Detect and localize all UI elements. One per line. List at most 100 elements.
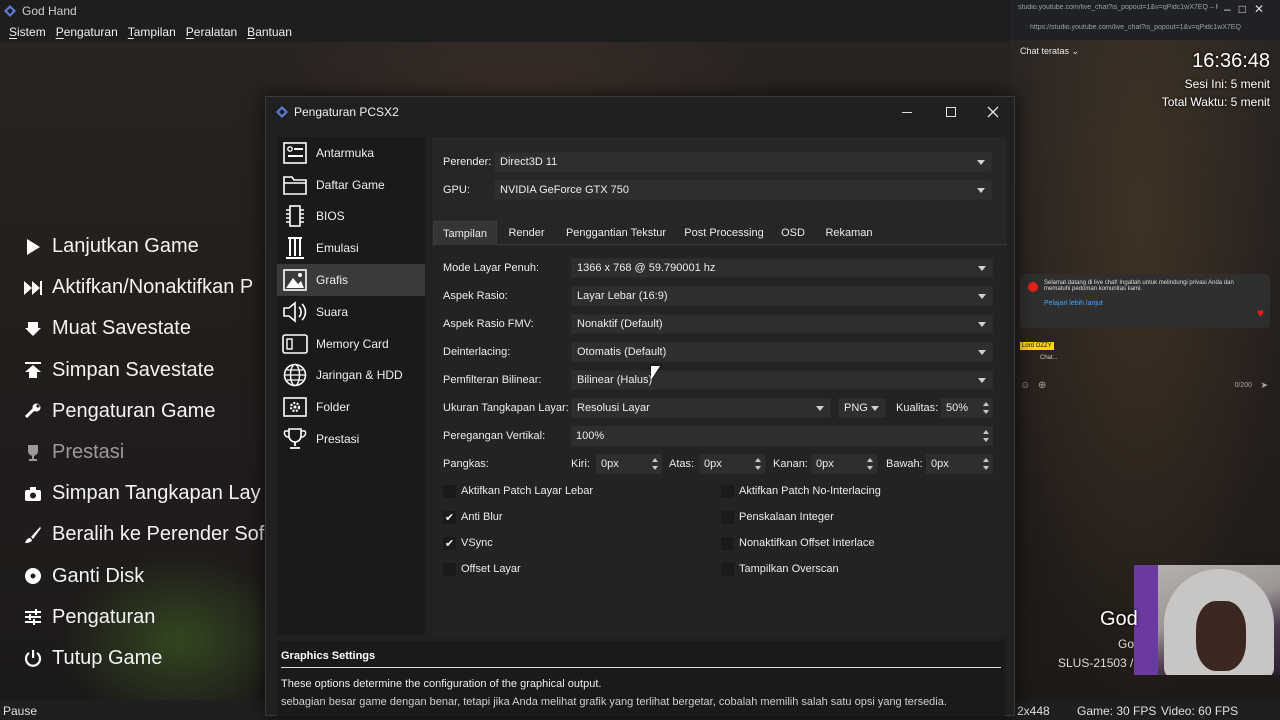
stepper-down-icon[interactable] xyxy=(652,466,658,470)
browser-window-controls: –□✕ xyxy=(1224,2,1272,16)
pause-menu-software-renderer[interactable]: Beralih ke Perender Sof xyxy=(22,514,267,555)
renderer-value: Direct3D 11 xyxy=(500,156,558,168)
sidebar-item-audio[interactable]: Suara xyxy=(277,296,425,328)
stepper-up-icon[interactable] xyxy=(983,402,989,406)
menu-pengaturan[interactable]: Pengaturan xyxy=(51,25,123,39)
menu-sistem[interactable]: Sistem xyxy=(4,25,51,39)
maximize-button[interactable] xyxy=(930,97,972,127)
pause-menu-achievements[interactable]: Prestasi xyxy=(22,432,267,473)
sidebar-item-bios[interactable]: BIOS xyxy=(277,201,425,233)
tab-post-processing[interactable]: Post Processing xyxy=(678,221,770,245)
minimize-button[interactable] xyxy=(886,97,928,127)
tab-render[interactable]: Render xyxy=(499,221,554,245)
pcsx2-logo-icon xyxy=(276,106,288,118)
renderer-select[interactable]: Direct3D 11 xyxy=(494,152,992,172)
pause-menu-game-settings[interactable]: Pengaturan Game xyxy=(22,391,267,432)
pause-menu-settings[interactable]: Pengaturan xyxy=(22,597,267,638)
menu-peralatan[interactable]: Peralatan xyxy=(181,25,242,39)
pause-menu-toggle[interactable]: Aktifkan/Nonaktifkan P xyxy=(22,267,267,308)
pause-menu-screenshot[interactable]: Simpan Tangkapan Lay xyxy=(22,473,267,514)
sidebar-item-interface[interactable]: Antarmuka xyxy=(277,137,425,169)
stepper-down-icon[interactable] xyxy=(983,438,989,442)
vertical-stretch-stepper[interactable]: 100% xyxy=(571,426,993,446)
tab-recording[interactable]: Rekaman xyxy=(816,221,882,245)
fullscreen-mode-select[interactable]: 1366 x 768 @ 59.790001 hz xyxy=(571,258,993,278)
browser-url[interactable]: https://studio.youtube.com/live_chat?is_… xyxy=(1030,24,1250,31)
chat-notice-link[interactable]: Pelajari lebih lanjut xyxy=(1044,300,1244,307)
stepper-up-icon[interactable] xyxy=(983,458,989,462)
widescreen-patch-checkbox[interactable] xyxy=(443,485,456,498)
sidebar-item-memory-card[interactable]: Memory Card xyxy=(277,328,425,360)
sidebar-item-achievements[interactable]: Prestasi xyxy=(277,423,425,455)
disable-interlace-offset-checkbox[interactable] xyxy=(721,537,734,550)
chat-notice-text: Selamat datang di live chat! Ingatlah un… xyxy=(1044,280,1234,292)
stepper-down-icon[interactable] xyxy=(755,466,761,470)
tab-osd[interactable]: OSD xyxy=(772,221,814,245)
clock-session: Sesi Ini: 5 menit xyxy=(1184,77,1270,91)
sidebar-item-emulation[interactable]: Emulasi xyxy=(277,232,425,264)
quality-stepper[interactable]: 50% xyxy=(941,398,993,418)
stepper-up-icon[interactable] xyxy=(867,458,873,462)
chat-filter[interactable]: Chat teratas ⌄ xyxy=(1020,46,1079,57)
pause-menu-load-state[interactable]: Muat Savestate xyxy=(22,308,267,349)
stepper-down-icon[interactable] xyxy=(983,410,989,414)
pause-menu-resume[interactable]: Lanjutkan Game xyxy=(22,226,267,267)
play-icon xyxy=(22,236,44,258)
webcam-overlay xyxy=(1134,565,1280,675)
fast-forward-icon xyxy=(22,277,44,299)
crop-left-stepper[interactable]: 0px xyxy=(596,454,662,474)
pause-menu-change-disc[interactable]: Ganti Disk xyxy=(22,556,267,597)
aspect-ratio-select[interactable]: Layar Lebar (16:9) xyxy=(571,286,993,306)
sidebar-item-network[interactable]: Jaringan & HDD xyxy=(277,360,425,392)
menu-bantuan[interactable]: Bantuan xyxy=(242,25,297,39)
stepper-down-icon[interactable] xyxy=(983,466,989,470)
status-resolution: 2x448 xyxy=(1017,704,1050,718)
pause-menu-close-game[interactable]: Tutup Game xyxy=(22,638,267,679)
fmv-aspect-select[interactable]: Nonaktif (Default) xyxy=(571,314,993,334)
brush-icon xyxy=(22,524,44,546)
game-info-subtitle: Go xyxy=(1118,637,1135,651)
sidebar-item-graphics[interactable]: Grafis xyxy=(277,264,425,296)
stepper-up-icon[interactable] xyxy=(755,458,761,462)
sidebar-item-game-list[interactable]: Daftar Game xyxy=(277,169,425,201)
crop-right-stepper[interactable]: 0px xyxy=(811,454,877,474)
stepper-up-icon[interactable] xyxy=(652,458,658,462)
emoji-icon[interactable]: ☺ xyxy=(1020,380,1030,391)
deinterlacing-label: Deinterlacing: xyxy=(443,346,511,358)
deinterlacing-select[interactable]: Otomatis (Default) xyxy=(571,342,993,362)
menu-tampilan[interactable]: Tampilan xyxy=(123,25,181,39)
tab-display[interactable]: Tampilan xyxy=(433,221,497,245)
screenshot-size-select[interactable]: Resolusi Layar xyxy=(571,398,831,418)
chat-input-placeholder[interactable]: Chat... xyxy=(1040,355,1058,361)
pause-menu-save-state[interactable]: Simpan Savestate xyxy=(22,350,267,391)
crop-top-stepper[interactable]: 0px xyxy=(699,454,765,474)
save-icon xyxy=(22,359,44,381)
crop-right-value: 0px xyxy=(816,458,834,470)
pause-menu-label: Simpan Tangkapan Lay xyxy=(52,482,261,505)
sidebar-item-label: BIOS xyxy=(316,209,345,224)
description-text-overflow: sebagian besar game dengan benar, tetapi… xyxy=(281,696,947,708)
stepper-up-icon[interactable] xyxy=(983,430,989,434)
sidebar-item-folders[interactable]: Folder xyxy=(277,391,425,423)
chevron-down-icon xyxy=(978,294,986,299)
screenshot-format-select[interactable]: PNG xyxy=(838,398,886,418)
tab-texture-replacement[interactable]: Penggantian Tekstur xyxy=(556,221,676,245)
aspect-ratio-label: Aspek Rasio: xyxy=(443,290,508,302)
no-interlacing-patch-checkbox[interactable] xyxy=(721,485,734,498)
vsync-checkbox[interactable]: ✔ xyxy=(443,537,456,550)
anti-blur-checkbox[interactable]: ✔ xyxy=(443,511,456,524)
crop-bottom-stepper[interactable]: 0px xyxy=(926,454,993,474)
bilinear-filter-select[interactable]: Bilinear (Halus) xyxy=(571,370,993,390)
heart-icon[interactable]: ♥ xyxy=(1257,306,1264,320)
add-icon[interactable]: ⊕ xyxy=(1038,380,1046,391)
integer-scaling-checkbox[interactable] xyxy=(721,511,734,524)
show-overscan-checkbox[interactable] xyxy=(721,563,734,576)
stepper-down-icon[interactable] xyxy=(867,466,873,470)
integer-scaling-label: Penskalaan Integer xyxy=(739,511,834,523)
send-icon[interactable]: ➤ xyxy=(1260,380,1268,391)
gpu-select[interactable]: NVIDIA GeForce GTX 750 xyxy=(494,180,992,200)
sidebar-item-label: Antarmuka xyxy=(316,145,375,160)
chat-username: Lord OZZY xyxy=(1020,342,1054,350)
screen-offset-checkbox[interactable] xyxy=(443,563,456,576)
close-button[interactable] xyxy=(972,97,1014,127)
